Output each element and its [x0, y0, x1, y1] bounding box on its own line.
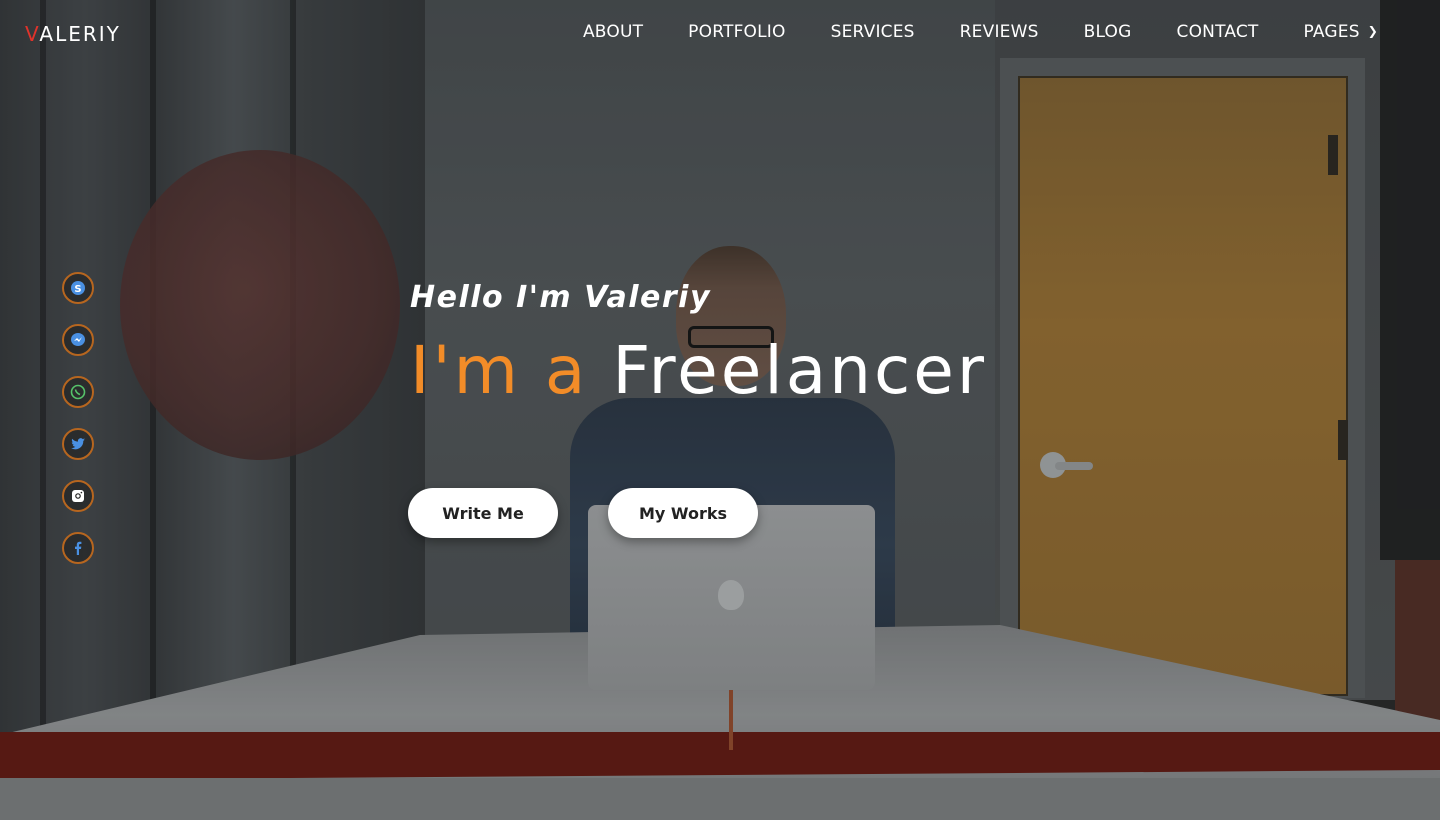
nav-services[interactable]: SERVICES [831, 22, 915, 42]
write-me-button[interactable]: Write Me [408, 488, 558, 538]
facebook-icon[interactable] [62, 532, 94, 564]
nav-reviews[interactable]: REVIEWS [960, 22, 1039, 42]
hero-greeting: Hello I'm Valeriy [410, 280, 712, 315]
social-links: S [62, 272, 94, 564]
messenger-icon[interactable] [62, 324, 94, 356]
chevron-down-icon: ❯ [1367, 24, 1378, 38]
nav-contact[interactable]: CONTACT [1177, 22, 1259, 42]
whatsapp-icon[interactable] [62, 376, 94, 408]
hero-headline: I'm a Freelancer [410, 338, 987, 404]
headline-role: Freelancer [612, 332, 988, 409]
svg-text:S: S [74, 284, 81, 295]
skype-icon[interactable]: S [62, 272, 94, 304]
hero-section: VALERIY ABOUT PORTFOLIO SERVICES REVIEWS… [0, 0, 1440, 820]
nav-portfolio[interactable]: PORTFOLIO [688, 22, 785, 42]
twitter-icon[interactable] [62, 428, 94, 460]
main-menu: ABOUT PORTFOLIO SERVICES REVIEWS BLOG CO… [583, 22, 1378, 42]
instagram-icon[interactable] [62, 480, 94, 512]
top-navbar: VALERIY ABOUT PORTFOLIO SERVICES REVIEWS… [0, 0, 1440, 70]
nav-about[interactable]: ABOUT [583, 22, 643, 42]
nav-pages-label: PAGES [1303, 22, 1360, 42]
headline-accent: I'm a [410, 332, 589, 409]
dark-overlay [0, 0, 1440, 820]
nav-blog[interactable]: BLOG [1084, 22, 1132, 42]
site-logo[interactable]: VALERIY [25, 22, 121, 46]
my-works-button[interactable]: My Works [608, 488, 758, 538]
nav-pages[interactable]: PAGES ❯ [1304, 22, 1378, 42]
